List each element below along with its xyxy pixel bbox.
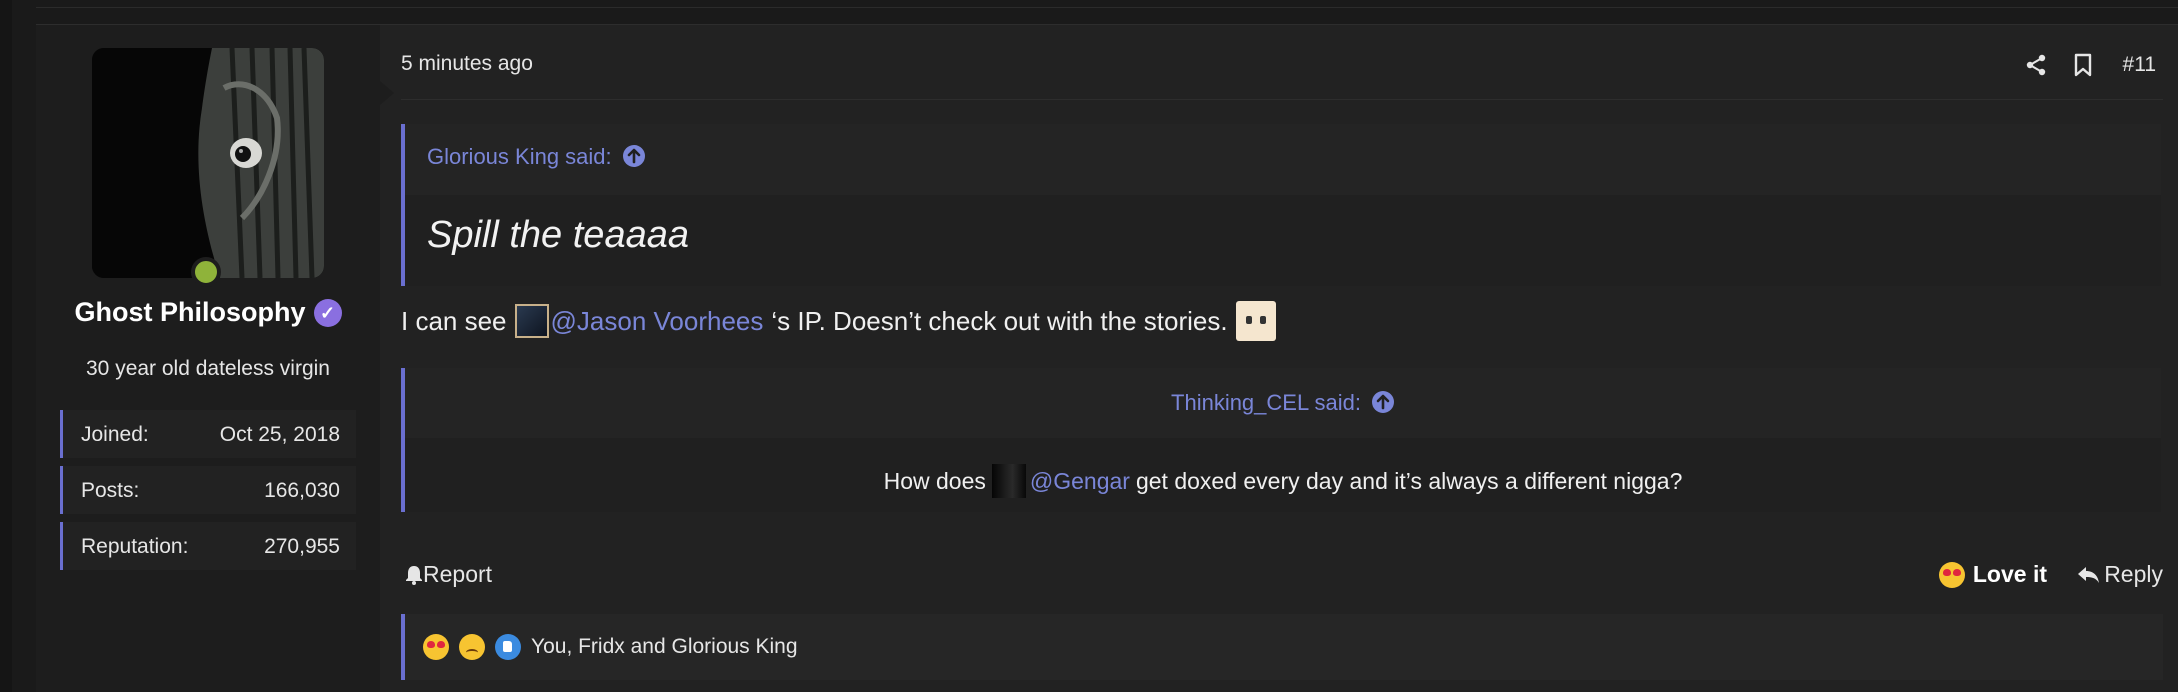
post-header-actions: #11 — [1999, 50, 2156, 80]
quote-block: Thinking_CEL said: How does @Gengar get do… — [401, 368, 2161, 512]
header-divider — [401, 99, 2163, 100]
quote-text: Spill the teaaaa — [427, 214, 689, 256]
username[interactable]: Ghost Philosophy ✓ — [36, 297, 380, 328]
reaction-icons — [423, 634, 521, 660]
user-title: 30 year old dateless virgin — [86, 357, 330, 380]
quote-text-after: get doxed every day and it’s always a di… — [1135, 468, 1683, 494]
reactions-bar[interactable]: You, Fridx and Glorious King — [401, 614, 2163, 680]
quote-author-link[interactable]: Glorious King said: — [427, 144, 646, 174]
message-body: I can see @Jason Voorhees ‘s IP. Doesn’t… — [401, 301, 1276, 341]
quote-text-before: How does — [883, 468, 986, 494]
stat-label: Posts: — [81, 479, 140, 502]
sad-emoji-icon — [459, 634, 485, 660]
quote-text: How does @Gengar get doxed every day and i… — [405, 464, 2161, 498]
arrow-up-circle-icon[interactable] — [1371, 390, 1395, 420]
reply-label[interactable]: Reply — [2104, 561, 2163, 588]
love-it-label[interactable]: Love it — [1973, 561, 2047, 588]
page-gutter — [0, 0, 12, 692]
like-emoji-icon — [495, 634, 521, 660]
anime-face-emoji-icon — [1235, 301, 1276, 341]
reply-button[interactable]: Reply — [2076, 561, 2163, 588]
user-mention-link[interactable]: @Jason Voorhees — [551, 306, 764, 337]
stat-label: Joined: — [81, 423, 149, 446]
report-label[interactable]: Report — [423, 561, 492, 588]
stat-joined: Joined: Oct 25, 2018 — [60, 410, 356, 458]
previous-post-edge — [36, 0, 2178, 8]
stat-posts: Posts: 166,030 — [60, 466, 356, 514]
stat-label: Reputation: — [81, 535, 189, 558]
message-text-before: I can see — [401, 305, 507, 336]
post-content: 5 minutes ago #11 Glorious King said: Sp… — [380, 25, 2178, 692]
arrow-up-circle-icon[interactable] — [622, 144, 646, 174]
report-button[interactable]: Report — [405, 561, 492, 588]
post-timestamp[interactable]: 5 minutes ago — [401, 52, 533, 76]
stat-value: Oct 25, 2018 — [219, 423, 340, 446]
avatar[interactable] — [92, 48, 324, 278]
quote-block: Glorious King said: Spill the teaaaa — [401, 124, 2161, 286]
message-arrow — [380, 81, 394, 105]
reply-arrow-icon — [2078, 566, 2100, 583]
bookmark-icon[interactable] — [2073, 53, 2093, 77]
message-text-after: ‘s IP. Doesn’t check out with the storie… — [771, 305, 1228, 336]
quote-header: Thinking_CEL said: — [405, 368, 2161, 438]
love-it-button[interactable]: Love it — [1938, 561, 2047, 588]
user-mention-link[interactable]: @Gengar — [1030, 468, 1130, 494]
username-text[interactable]: Ghost Philosophy — [74, 297, 305, 327]
user-panel: Ghost Philosophy ✓ 30 year old dateless v… — [36, 25, 380, 692]
stat-value: 166,030 — [264, 479, 340, 502]
bell-icon — [406, 565, 422, 585]
forum-post: Ghost Philosophy ✓ 30 year old dateless v… — [36, 24, 2178, 692]
post-actions: Report Love it Reply — [401, 555, 2163, 595]
quote-header: Glorious King said: — [405, 124, 2161, 195]
avatar-image — [92, 48, 324, 278]
post-number-link[interactable]: #11 — [2123, 53, 2156, 77]
mention-avatar[interactable] — [514, 304, 549, 338]
quote-author-link[interactable]: Thinking_CEL said: — [1171, 390, 1395, 415]
stat-reputation: Reputation: 270,955 — [60, 522, 356, 570]
mention-avatar[interactable] — [991, 464, 1026, 498]
stat-value: 270,955 — [264, 535, 340, 558]
quote-author-text[interactable]: Thinking_CEL said: — [1171, 390, 1361, 415]
heart-eyes-emoji-icon — [423, 634, 449, 660]
reaction-users-link[interactable]: You, Fridx and Glorious King — [531, 635, 798, 659]
quote-author-text[interactable]: Glorious King said: — [427, 144, 612, 169]
online-status-indicator — [191, 257, 221, 287]
verified-badge-icon: ✓ — [313, 299, 342, 327]
share-icon[interactable] — [2025, 54, 2047, 76]
heart-eyes-emoji-icon — [1938, 561, 1965, 588]
